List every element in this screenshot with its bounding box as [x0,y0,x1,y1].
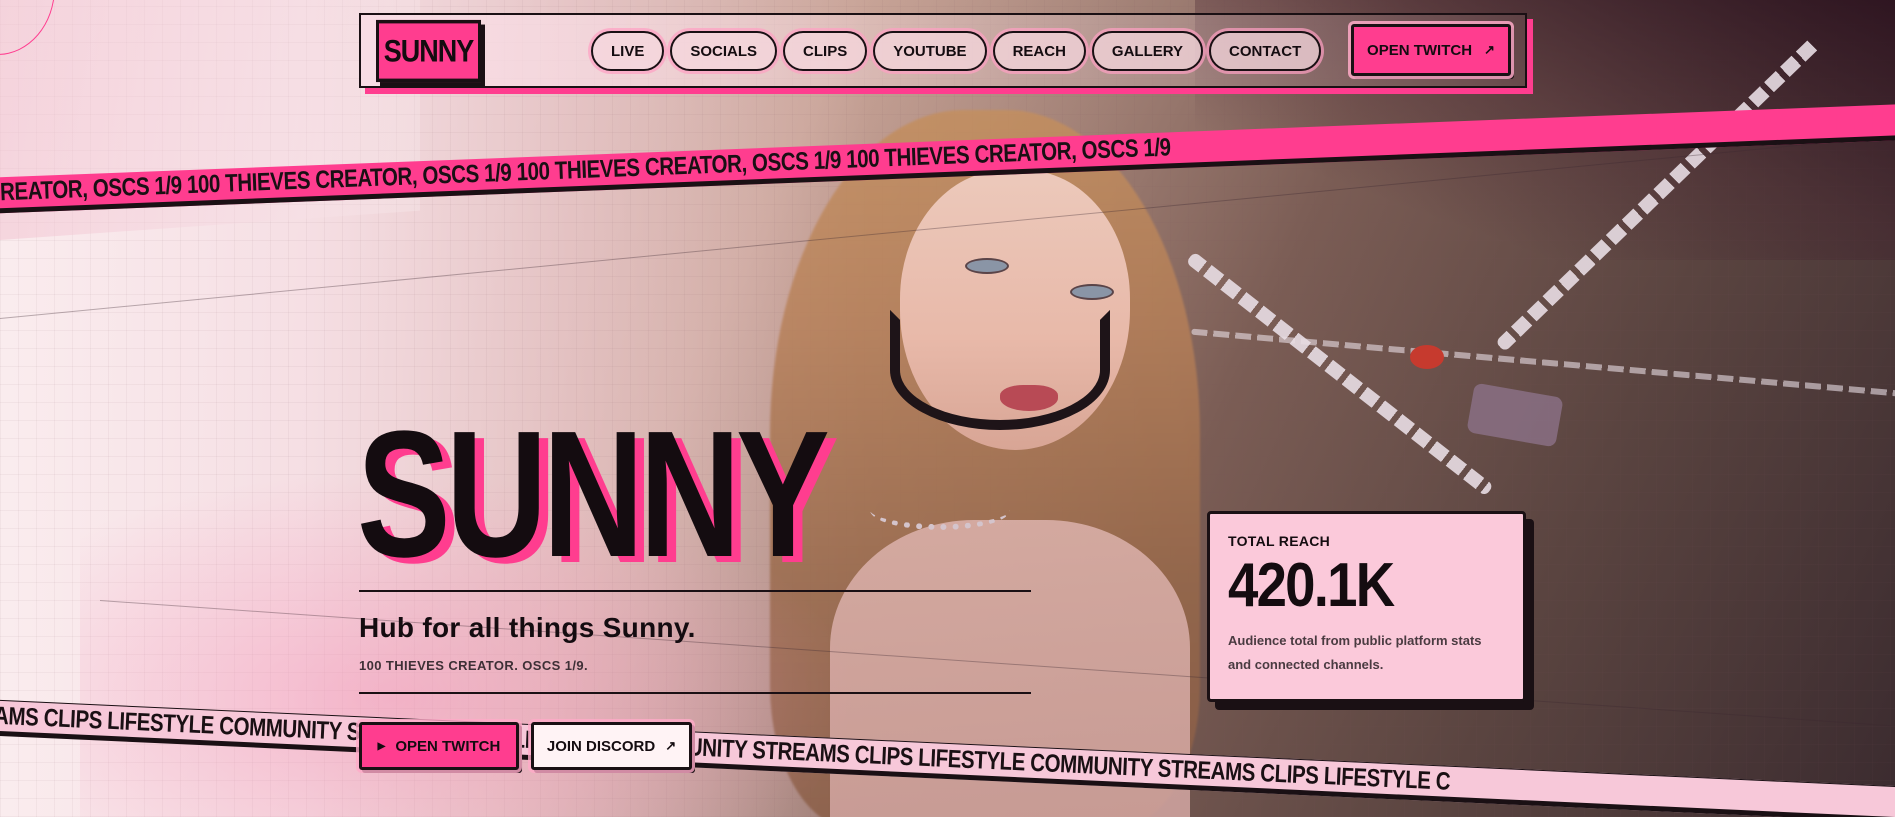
reach-label: TOTAL REACH [1228,533,1331,549]
photo-eye [965,258,1009,274]
photo-eye [1070,284,1114,300]
open-twitch-label: OPEN TWITCH [395,737,501,755]
nav-link-gallery[interactable]: GALLERY [1091,31,1204,71]
open-twitch-nav-label: OPEN TWITCH [1367,41,1473,59]
nav-links: LIVE SOCIALS CLIPS YOUTUBE REACH GALLERY… [591,31,1322,71]
nav-link-contact[interactable]: CONTACT [1209,31,1322,71]
total-reach-card: TOTAL REACH 420.1K Audience total from p… [1207,511,1526,702]
reach-value: 420.1K [1228,551,1395,620]
join-discord-label: JOIN DISCORD [546,737,656,755]
nav-link-reach[interactable]: REACH [992,31,1086,71]
photo-lips [1000,385,1058,411]
photo-necklace [870,490,1010,530]
site-logo[interactable]: SUNNY [376,19,481,83]
top-nav: SUNNY LIVE SOCIALS CLIPS YOUTUBE REACH G… [359,13,1527,88]
arrow-up-right-icon: ↗ [665,738,677,753]
join-discord-button[interactable]: JOIN DISCORD ↗ [531,722,692,770]
nav-link-youtube[interactable]: YOUTUBE [873,31,987,71]
reach-description: Audience total from public platform stat… [1228,633,1482,672]
arrow-up-right-icon: ↗ [1484,42,1495,57]
nav-link-live[interactable]: LIVE [591,31,665,71]
hero-tagline: Hub for all things Sunny. [359,612,696,643]
nav-link-socials[interactable]: SOCIALS [670,31,778,71]
padlock [1410,345,1444,369]
nav-link-clips[interactable]: CLIPS [783,31,868,71]
hero-subline: 100 THIEVES CREATOR. OSCS 1/9. [359,658,588,673]
photo-harness [890,310,1110,430]
play-icon: ▶ [377,740,386,752]
divider [359,590,1031,592]
hero-title: SUNNY [357,394,830,595]
divider [359,692,1031,694]
open-twitch-nav-button[interactable]: OPEN TWITCH ↗ [1351,24,1511,76]
open-twitch-button[interactable]: ▶ OPEN TWITCH [359,722,519,770]
